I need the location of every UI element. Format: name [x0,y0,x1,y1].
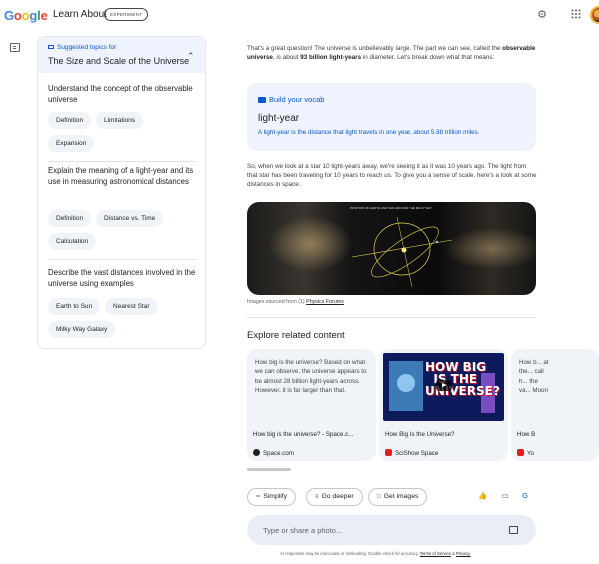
thumbs-up-icon[interactable]: 👍 [478,491,488,501]
chip-distance-vs-time[interactable]: Distance vs. Time [96,210,164,227]
chip-expansion[interactable]: Expansion [48,135,95,152]
related-card-snippet: How big is the universe? Based on what w… [255,359,367,394]
related-card-partial[interactable]: How b... at the... call h... the va... M… [511,349,599,461]
intro-text: , is about [272,54,301,61]
chat-history-icon[interactable] [10,43,20,52]
get-images-label: Get images [383,493,419,500]
topics-header[interactable]: Suggested topics for The Size and Scale … [38,37,205,73]
answer-paragraph-2: So, when we look at a star 10 light-year… [247,163,537,188]
simplify-icon: ═ [256,494,261,500]
ai-disclaimer: AI responses may be inaccurate or mislea… [280,551,471,556]
related-card-title: How Big Is the Universe? [385,431,455,438]
chip-earth-to-sun[interactable]: Earth to Sun [48,298,101,315]
vocab-term: light-year [258,113,300,124]
answer-intro: That's a great question! The universe is… [247,44,537,62]
terms-of-service-link[interactable]: Terms of Service [420,551,451,556]
topic-question-2[interactable]: Explain the meaning of a light-year and … [48,165,198,187]
privacy-link[interactable]: Privacy. [456,551,471,556]
google-logo[interactable]: Google [4,8,48,23]
chip-milky-way-galaxy[interactable]: Milky Way Galaxy [48,321,116,338]
source-name: SciShow Space [395,450,439,457]
prompt-input[interactable] [263,523,493,537]
chip-calculation[interactable]: Calculation [48,233,97,250]
upload-image-icon[interactable] [509,526,518,534]
disclaimer-text: AI responses may be inaccurate or mislea… [280,551,419,556]
physics-forums-link[interactable]: Physics Forums [306,299,344,305]
account-avatar[interactable] [590,6,599,24]
chevron-up-icon[interactable]: ⌃ [187,51,195,62]
milky-way-diagram-image[interactable]: POSITION OF EARTH AND SUN AROUND THE MIL… [247,202,536,295]
vocab-definition: A light-year is the distance that light … [258,129,480,136]
prompt-bar [247,515,536,545]
related-card-space-com[interactable]: How big is the universe? Based on what w… [247,349,376,461]
intro-bold-value: 93 billion light-years [300,54,362,61]
vocab-heading-text: Build your vocab [269,95,325,104]
apps-grid-glyph [571,9,581,19]
thumbnail-title: HOW BIG IS THE UNIVERSE? [425,360,500,398]
intro-text: in diameter. Let's break down what that … [361,54,495,61]
play-icon[interactable] [436,380,452,391]
app-title: Learn About [53,9,107,20]
settings-gear-icon[interactable]: ⚙ [536,9,548,21]
topic-divider [48,259,196,260]
book-icon [258,97,266,103]
go-deeper-label: Go deeper [321,493,354,500]
orbit-diagram: POSITION OF EARTH AND SUN AROUND THE MIL… [350,206,453,288]
image-title-text: POSITION OF EARTH AND SUN AROUND THE MIL… [350,206,432,210]
vocab-card[interactable]: Build your vocab light-year A light-year… [247,83,536,151]
apps-grid-icon[interactable] [570,9,582,21]
youtube-icon [385,449,392,456]
experiment-badge: EXPERIMENT [104,8,149,21]
related-card-snippet: How b... at the... call h... the va... M… [519,359,549,394]
topic-divider [48,161,196,162]
top-bar: Google Learn About EXPERIMENT ⚙ [0,0,599,32]
related-card-source: SciShow Space [385,449,438,457]
topic-question-1[interactable]: Understand the concept of the observable… [48,83,198,105]
vocab-heading: Build your vocab [258,95,324,104]
source-name: Yo [527,450,534,457]
related-card-title: How B [517,431,536,438]
section-divider [247,317,536,318]
related-card-title: How big is the universe? - Space.c... [253,431,354,438]
related-card-source: Yo [517,449,534,457]
suggested-topics-panel: Suggested topics for The Size and Scale … [37,36,206,349]
get-images-button[interactable]: □ Get images [368,488,428,506]
topic-question-3[interactable]: Describe the vast distances involved in … [48,267,198,289]
simplify-button[interactable]: ═ Simplify [247,488,297,506]
related-card-scishow[interactable]: HOW BIG IS THE UNIVERSE? How Big Is the … [379,349,508,461]
google-search-icon[interactable]: G [520,491,530,501]
topics-subtitle-text: Suggested topics for [57,44,117,51]
simplify-label: Simplify [263,493,288,500]
space-com-icon [253,449,260,456]
caption-prefix: Images sourced from (1) [247,299,307,305]
source-name: Space.com [263,450,294,457]
chip-definition-1[interactable]: Definition [48,112,92,129]
video-thumbnail[interactable]: HOW BIG IS THE UNIVERSE? [383,353,504,421]
related-card-source: Space.com [253,449,294,457]
image-source-caption: Images sourced from (1) Physics Forums [247,299,344,305]
intro-text: That's a great question! The universe is… [247,45,503,52]
explore-related-title: Explore related content [247,330,345,341]
thumbs-down-icon[interactable]: ▭ [500,491,510,501]
image-icon: □ [377,494,381,500]
carousel-scrollbar[interactable] [247,468,291,471]
chip-limitations[interactable]: Limitations [96,112,144,129]
topics-icon [48,45,54,49]
topics-title: The Size and Scale of the Universe [48,56,190,66]
go-deeper-icon: ≡ [315,494,319,500]
chip-nearest-star[interactable]: Nearest Star [105,298,158,315]
chip-definition-2[interactable]: Definition [48,210,92,227]
topics-subtitle: Suggested topics for [48,44,116,51]
youtube-icon [517,449,524,456]
go-deeper-button[interactable]: ≡ Go deeper [306,488,363,506]
